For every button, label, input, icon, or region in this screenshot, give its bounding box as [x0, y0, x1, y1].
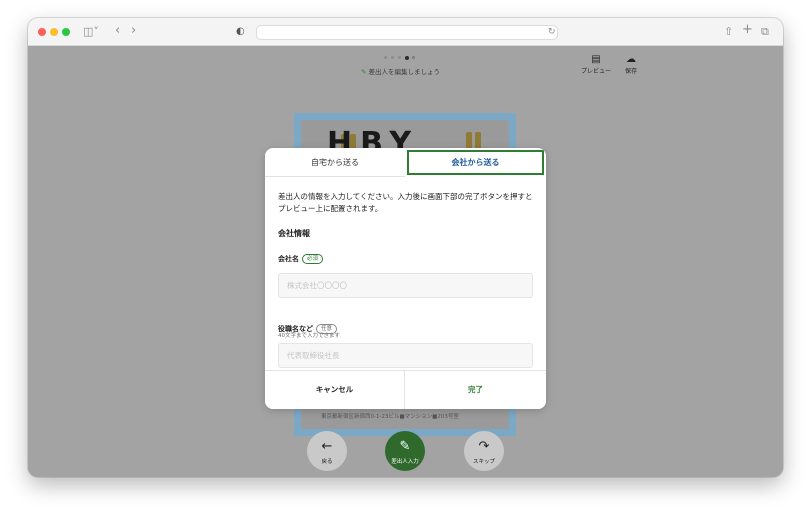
sender-input-label: 差出人入力 [391, 459, 419, 465]
tab-office[interactable]: 会社から送る [407, 150, 544, 175]
company-name-label-text: 会社名 [278, 255, 299, 263]
browser-window: ◫˅ ‹ › ◐ ↻ ⇧ + ⧉ ✎ 差出人を編集しましょう ▤ プレビュー ☁… [28, 18, 783, 477]
share-icon[interactable]: ⇧ [724, 24, 733, 40]
cancel-button[interactable]: キャンセル [265, 371, 405, 409]
plus-icon[interactable]: + [742, 22, 753, 38]
skip-label: スキップ [472, 459, 495, 465]
save-button[interactable]: ☁ 保存 [625, 54, 637, 75]
privacy-shield-icon[interactable]: ◐ [236, 24, 245, 40]
job-title-label-text: 役職名など [278, 325, 313, 333]
preview-label: プレビュー [581, 68, 612, 75]
pencil-icon: ✎ [399, 439, 411, 454]
save-label: 保存 [625, 68, 638, 75]
section-title: 会社情報 [278, 229, 310, 238]
close-window-button[interactable] [38, 28, 46, 36]
preview-button[interactable]: ▤ プレビュー [581, 54, 611, 75]
browser-toolbar: ◫˅ ‹ › ◐ ↻ ⇧ + ⧉ [28, 18, 783, 46]
preview-icon: ▤ [591, 54, 601, 65]
page-content: ✎ 差出人を編集しましょう ▤ プレビュー ☁ 保存 HBY 東京都新宿区新宿西… [28, 46, 783, 477]
required-badge: 必須 [302, 254, 324, 264]
card-address: 東京都新宿区新宿西0-1-23ビル■マンション■203号室 [321, 414, 459, 420]
pencil-icon: ✎ [361, 68, 367, 76]
maximize-window-button[interactable] [62, 28, 70, 36]
optional-badge: 任意 [316, 324, 338, 334]
back-label: 戻る [321, 459, 333, 465]
company-name-input[interactable] [278, 273, 533, 298]
skip-arrow-icon: ↷ [478, 439, 490, 454]
tab-home[interactable]: 自宅から送る [265, 148, 405, 177]
minimize-window-button[interactable] [50, 28, 58, 36]
chevron-right-icon[interactable]: › [131, 23, 136, 39]
tab-overview-icon[interactable]: ⧉ [761, 24, 769, 40]
job-title-input[interactable] [278, 343, 533, 368]
company-name-label: 会社名 必須 [278, 254, 324, 264]
skip-button[interactable]: ↷ スキップ [464, 431, 504, 471]
cloud-upload-icon: ☁ [626, 54, 636, 65]
back-button[interactable]: ← 戻る [307, 431, 347, 471]
arrow-left-icon: ← [321, 439, 333, 454]
modal-footer: キャンセル 完了 [265, 370, 546, 409]
sender-input-button[interactable]: ✎ 差出人入力 [385, 431, 425, 471]
sidebar-icon[interactable]: ◫˅ [83, 24, 99, 40]
reload-icon[interactable]: ↻ [548, 26, 556, 39]
edit-hint-text: 差出人を編集しましょう [368, 68, 441, 76]
job-title-label: 役職名など 任意 [278, 324, 338, 334]
address-bar[interactable]: ↻ [256, 25, 558, 40]
modal-description: 差出人の情報を入力してください。入力後に画面下部の完了ボタンを押すとプレビュー上… [278, 192, 533, 213]
done-button[interactable]: 完了 [405, 371, 546, 409]
edit-hint: ✎ 差出人を編集しましょう [361, 66, 440, 76]
chevron-left-icon[interactable]: ‹ [115, 23, 120, 39]
sender-modal: 自宅から送る 会社から送る 差出人の情報を入力してください。入力後に画面下部の完… [265, 148, 546, 409]
